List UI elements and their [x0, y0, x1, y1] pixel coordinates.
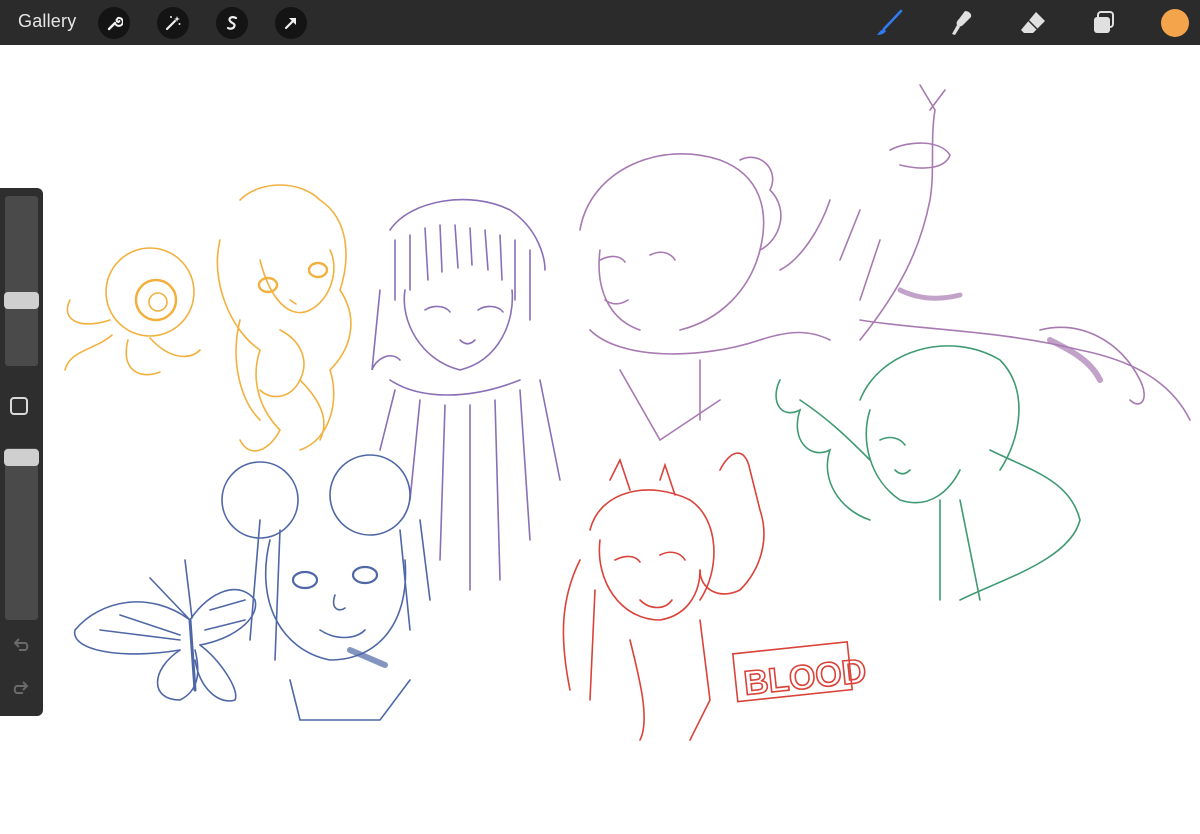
actions-wrench-button[interactable]: [98, 7, 130, 39]
brush-size-slider[interactable]: [5, 196, 38, 366]
violet-woman-mantis-sketch: [579, 84, 1191, 442]
red-devil-girl-sketch: [562, 452, 854, 741]
eraser-tool-button[interactable]: [1016, 6, 1050, 40]
selection-button[interactable]: [216, 7, 248, 39]
blue-butterfly-girl-sketch: [74, 454, 431, 721]
selection-icon: [226, 16, 238, 30]
gallery-button[interactable]: Gallery: [18, 11, 76, 32]
opacity-thumb[interactable]: [4, 449, 39, 466]
undo-button[interactable]: [10, 635, 32, 657]
modify-button[interactable]: [10, 397, 28, 415]
brush-sidebar: [0, 188, 43, 716]
blood-lettering: BLOOD: [742, 652, 868, 703]
brush-tool-button[interactable]: [873, 6, 907, 40]
transform-arrow-icon: [284, 17, 297, 30]
brush-size-thumb[interactable]: [4, 292, 39, 309]
eraser-icon: [1021, 12, 1045, 33]
adjustments-button[interactable]: [157, 7, 189, 39]
magic-wand-icon: [165, 16, 181, 31]
top-toolbar: Gallery: [0, 0, 1200, 45]
redo-icon: [13, 681, 29, 694]
drawing-canvas[interactable]: BLOOD: [0, 45, 1200, 834]
brush-icon: [877, 9, 903, 35]
layers-icon: [1094, 11, 1114, 33]
transform-button[interactable]: [275, 7, 307, 39]
redo-button[interactable]: [10, 678, 32, 700]
undo-icon: [13, 638, 29, 651]
smudge-icon: [952, 11, 972, 35]
green-hooded-figure-sketch: [775, 345, 1081, 601]
sketch-artwork: BLOOD: [64, 84, 1191, 741]
opacity-slider[interactable]: [5, 448, 38, 620]
yellow-octopus-girl-sketch: [64, 184, 352, 452]
wrench-icon: [107, 16, 123, 31]
smudge-tool-button[interactable]: [944, 6, 978, 40]
layers-button[interactable]: [1087, 6, 1121, 40]
color-picker-button[interactable]: [1161, 9, 1189, 37]
